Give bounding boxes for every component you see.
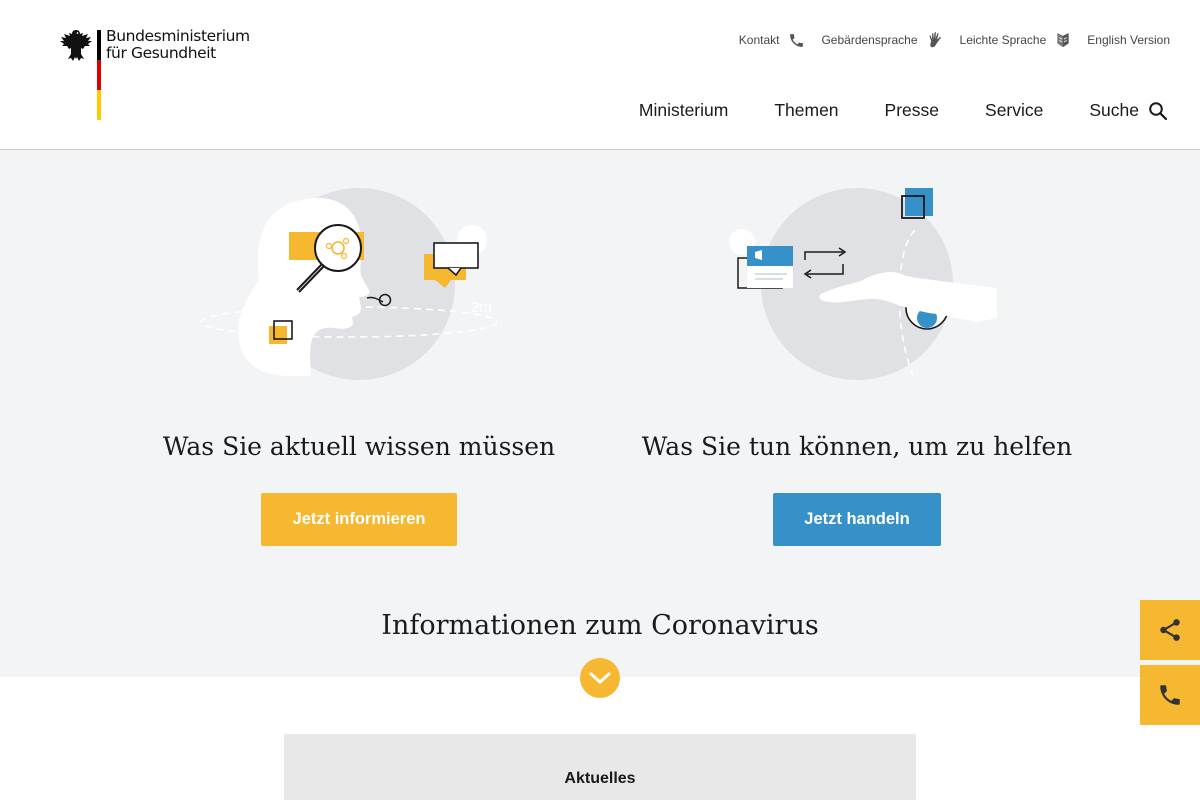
distance-label: 2m [471,299,492,316]
utility-contact-label: Kontakt [738,33,780,47]
phone-contact-button[interactable] [1140,665,1200,725]
utility-contact-link[interactable]: Kontakt [739,32,806,49]
jetzt-informieren-button[interactable]: Jetzt informieren [261,493,457,546]
phone-icon [790,33,804,47]
search-label: Suche [1089,100,1139,120]
chevron-down-icon [589,672,611,684]
teaser-informieren-title: Was Sie aktuell wissen müssen [162,432,556,461]
logo-line-2: für Gesundheit [106,44,216,62]
sign-language-hand-icon [929,31,941,47]
logo-line-1: Bundesministerium [106,27,250,45]
teaser-handeln-title: Was Sie tun können, um zu helfen [641,432,1073,461]
utility-sign-language-link[interactable]: Gebärdensprache [821,31,943,50]
easy-language-book-icon [1057,32,1069,47]
share-icon [1160,619,1180,641]
share-button[interactable] [1140,600,1200,660]
nav-item-presse[interactable]: Presse [885,100,939,121]
phone-icon [1160,685,1180,705]
search-button[interactable]: Suche [1089,100,1168,121]
hand-devices-illustration [729,188,997,381]
federal-eagle-icon [60,30,92,61]
nav-item-service[interactable]: Service [985,100,1043,121]
aktuelles-box: Aktuelles [284,734,916,800]
search-icon [1149,101,1168,120]
site-header: Bundesministerium für Gesundheit Kontakt… [0,0,1200,150]
aktuelles-title: Aktuelles [564,770,636,787]
ministry-logo[interactable]: Bundesministerium für Gesundheit [60,28,250,122]
nav-item-themen[interactable]: Themen [774,100,838,121]
utility-easy-language-label: Leichte Sprache [959,33,1047,47]
utility-easy-language-link[interactable]: Leichte Sprache [960,32,1072,49]
utility-nav: Kontakt Gebärdensprache Leichte Sprache … [739,30,1170,50]
jetzt-handeln-button[interactable]: Jetzt handeln [773,493,941,546]
head-magnifier-illustration: 2m [200,188,498,380]
german-flag-bar [97,30,101,120]
utility-english-label: English Version [1087,33,1170,47]
corona-hero-section: 2m Was Sie aktuell wissen müssen Jetzt i… [0,150,1200,677]
utility-sign-language-label: Gebärdensprache [821,33,918,47]
section-title-coronavirus: Informationen zum Coronavirus [381,610,819,641]
main-navigation: Ministerium Themen Presse Service Suche [593,100,1168,121]
logo-text: Bundesministerium für Gesundheit [106,28,250,62]
utility-english-link[interactable]: English Version [1087,33,1170,47]
nav-item-ministerium[interactable]: Ministerium [639,100,728,121]
scroll-down-button[interactable] [580,658,620,698]
